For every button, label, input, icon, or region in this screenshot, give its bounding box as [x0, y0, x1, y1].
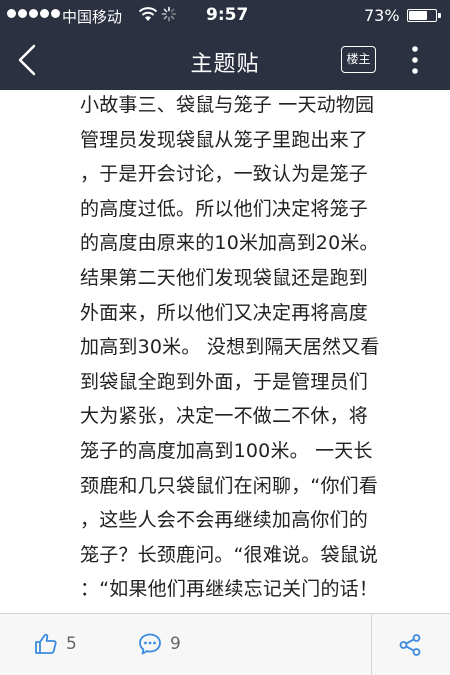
share-button[interactable]	[398, 633, 422, 657]
more-button[interactable]	[404, 44, 426, 76]
post-text-line: 颈鹿和几只袋鼠们在闲聊，“你们看	[80, 474, 379, 497]
post-text-line: 管理员发现袋鼠从笼子里跑出来了	[80, 128, 369, 151]
clock-time: 9:57	[206, 5, 249, 25]
like-count: 5	[66, 634, 77, 654]
share-icon	[399, 634, 421, 656]
post-text-line: 到袋鼠全跑到外面，于是管理员们	[80, 370, 369, 393]
battery-percent: 73%	[364, 6, 400, 25]
like-button[interactable]: 5	[34, 632, 77, 656]
activity-spinner-icon	[161, 6, 177, 22]
post-text-line: 的高度过低。所以他们决定将笼子	[80, 197, 369, 220]
post-text-line: 笼子？长颈鹿问。“很难说。袋鼠说	[80, 543, 379, 566]
toolbar-divider	[371, 614, 372, 675]
post-text-line: ，这些人会不会再继续加高你们的	[80, 509, 369, 532]
op-only-button[interactable]: 楼主	[341, 46, 376, 73]
screen: 中国移动 9:57 73% 主题贴 楼主 小故事三、袋鼠与笼子 一天动物园 管理…	[0, 0, 450, 675]
post-text-line: 小故事三、袋鼠与笼子 一天动物园	[80, 94, 375, 116]
signal-dots-icon	[7, 9, 60, 18]
comment-bubble-icon	[139, 633, 161, 655]
status-bar: 中国移动 9:57 73%	[0, 0, 450, 30]
vertical-ellipsis-icon	[412, 46, 418, 74]
comment-button[interactable]: 9	[138, 632, 181, 656]
post-text-line: ，于是开会讨论，一致认为是笼子	[80, 163, 369, 186]
bottom-toolbar: 5 9	[0, 613, 450, 675]
battery-icon	[407, 9, 441, 22]
post-text-line: 的高度由原来的10米加高到20米。	[80, 232, 379, 255]
post-body-text: 小故事三、袋鼠与笼子 一天动物园 管理员发现袋鼠从笼子里跑出来了 ，于是开会讨论，一…	[80, 90, 422, 607]
post-text-line: 结果第二天他们发现袋鼠还是跑到	[80, 266, 369, 289]
post-content-area[interactable]: 小故事三、袋鼠与笼子 一天动物园 管理员发现袋鼠从笼子里跑出来了 ，于是开会讨论，一…	[0, 90, 450, 613]
post-text-line: ：“如果他们再继续忘记关门的话！	[80, 578, 379, 601]
page-title: 主题贴	[190, 52, 260, 77]
post-text-line: 大为紧张，决定一不做二不休，将	[80, 405, 369, 428]
carrier-name: 中国移动	[62, 8, 123, 26]
wifi-icon	[138, 7, 158, 21]
post-text-line: 加高到30米。 没想到隔天居然又看	[80, 336, 380, 359]
post-text-line: 笼子的高度加高到100米。 一天长	[80, 439, 373, 462]
post-text-line: 外面来，所以他们又决定再将高度	[80, 301, 369, 324]
navigation-bar: 主题贴 楼主	[0, 30, 450, 90]
battery-fill	[409, 11, 427, 20]
thumbs-up-icon	[35, 633, 57, 654]
comment-count: 9	[170, 634, 181, 654]
